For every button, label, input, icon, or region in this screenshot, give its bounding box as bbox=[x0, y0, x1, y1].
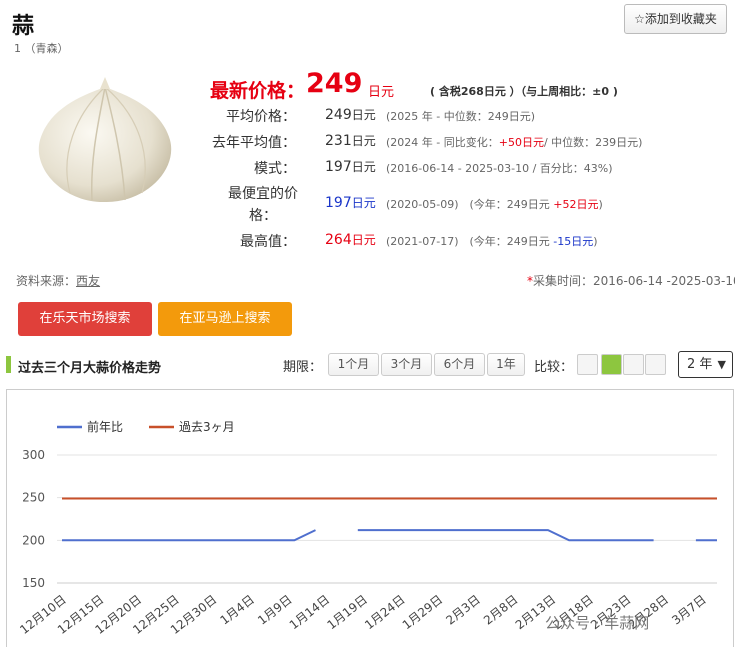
product-subtitle: 1 （青森） bbox=[14, 42, 69, 55]
chart-section-title: 过去三个月大蒜价格走势 bbox=[18, 361, 162, 376]
collection-period: *采集时间：2016-06-14 -2025-03-10 bbox=[527, 274, 735, 288]
y-tick-label: 300 bbox=[22, 448, 45, 462]
years-select[interactable]: 2 年 ▼ bbox=[678, 351, 733, 378]
x-tick-label: 1月29日 bbox=[400, 592, 446, 632]
average-price-note: (2025 年 - 中位数：249日元) bbox=[386, 110, 536, 123]
legend-label-1: 過去3ヶ月 bbox=[179, 420, 235, 434]
period-3-month-button[interactable]: 3个月 bbox=[381, 353, 432, 376]
x-tick-label: 1月14日 bbox=[287, 592, 333, 632]
highest-price-label: 最高值： bbox=[240, 234, 296, 250]
legend-label-0: 前年比 bbox=[87, 419, 123, 434]
compare-label: 比较： bbox=[534, 360, 574, 375]
section-accent-bar bbox=[6, 356, 11, 373]
mode-price-note: (2016-06-14 - 2025-03-10 / 百分比：43%) bbox=[386, 162, 613, 175]
x-tick-label: 1月19日 bbox=[324, 592, 370, 632]
product-title: 蒜 bbox=[12, 14, 35, 39]
latest-price-unit: 日元 bbox=[368, 85, 395, 100]
search-rakuten-button[interactable]: 在乐天市场搜索 bbox=[18, 302, 152, 336]
search-amazon-button[interactable]: 在亚马逊上搜索 bbox=[158, 302, 292, 336]
compare-option-4[interactable] bbox=[645, 354, 666, 375]
chevron-down-icon: ▼ bbox=[717, 358, 726, 371]
add-favorite-button[interactable]: ☆添加到收藏夹 bbox=[624, 4, 727, 34]
compare-option-2-active[interactable] bbox=[601, 354, 622, 375]
series-line-0 bbox=[62, 529, 717, 542]
last-year-average-value: 231日元 bbox=[325, 133, 376, 149]
mode-price-value: 197日元 bbox=[325, 159, 376, 175]
watermark-text: 公众号 · 羊蒜网 bbox=[545, 614, 650, 632]
y-tick-label: 250 bbox=[22, 491, 45, 505]
price-chart-svg: 15020025030012月10日12月15日12月20日12月25日12月3… bbox=[17, 419, 717, 637]
mode-price-label: 模式： bbox=[254, 161, 296, 177]
period-1-year-button[interactable]: 1年 bbox=[487, 353, 525, 376]
price-chart: 150 200 250 300 12月10日 12月15日 12月20日 12月25日 12月3… bbox=[6, 389, 734, 647]
highest-price-note: (2021-07-17) (今年：249日元 -15日元) bbox=[386, 235, 598, 248]
last-year-average-label: 去年平均值： bbox=[212, 135, 296, 151]
data-source: 资料来源：西友 bbox=[16, 274, 101, 288]
last-year-average-note: (2024 年 - 同比变化：+50日元/ 中位数：239日元) bbox=[386, 136, 643, 149]
cheapest-price-note: (2020-05-09) (今年：249日元 +52日元) bbox=[386, 198, 603, 211]
cheapest-price-value: 197日元 bbox=[325, 195, 376, 211]
period-1-month-button[interactable]: 1个月 bbox=[328, 353, 379, 376]
y-tick-label: 200 bbox=[22, 533, 45, 547]
source-link[interactable]: 西友 bbox=[76, 274, 100, 288]
average-price-label: 平均价格： bbox=[226, 109, 296, 125]
cheapest-price-label: 最便宜的价格： bbox=[228, 186, 298, 224]
x-tick-label: 2月3日 bbox=[443, 592, 483, 627]
x-tick-label: 1月24日 bbox=[362, 592, 408, 632]
compare-option-1[interactable] bbox=[577, 354, 598, 375]
highest-price-value: 264日元 bbox=[325, 232, 376, 248]
compare-option-3[interactable] bbox=[623, 354, 644, 375]
latest-price-value: 249 bbox=[306, 68, 363, 99]
average-price-value: 249日元 bbox=[325, 107, 376, 123]
latest-price-label: 最新价格： bbox=[210, 80, 306, 102]
period-label: 期限： bbox=[283, 360, 323, 375]
period-6-month-button[interactable]: 6个月 bbox=[434, 353, 485, 376]
x-tick-label: 1月4日 bbox=[218, 592, 258, 627]
latest-price-note: ( 含税268日元 ）（与上周相比：±0 ) bbox=[430, 85, 618, 98]
y-tick-label: 150 bbox=[22, 576, 45, 590]
x-tick-label: 3月7日 bbox=[669, 592, 709, 627]
garlic-image bbox=[38, 77, 172, 203]
